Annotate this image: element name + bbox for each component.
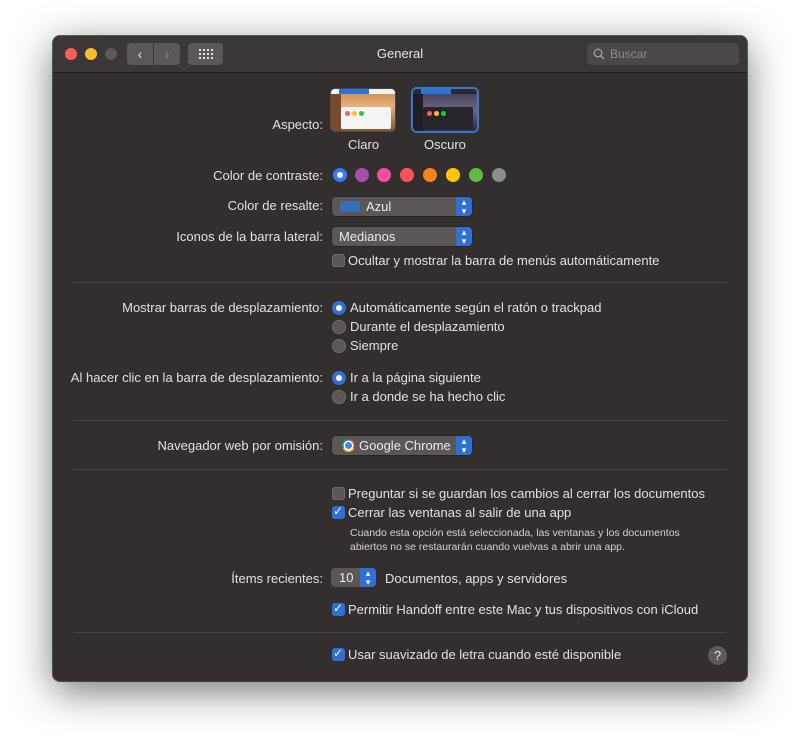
default-browser-value: Google Chrome xyxy=(359,438,451,453)
appearance-light-label: Claro xyxy=(348,137,380,152)
highlight-color-popup[interactable]: Azul ▴ ▾ xyxy=(332,197,472,216)
close-windows-checkbox[interactable] xyxy=(332,504,345,519)
sidebar-icons-value: Medianos xyxy=(339,229,396,244)
handoff-checkbox[interactable] xyxy=(332,601,345,616)
sidebar-icons-popup[interactable]: Medianos ▴ ▾ xyxy=(332,227,472,246)
default-browser-label: Navegador web por omisión: xyxy=(157,438,323,453)
accent-swatch-yellow[interactable] xyxy=(446,168,460,182)
note-line-1: Cuando esta opción está seleccionada, la… xyxy=(350,527,680,539)
scroll-auto-label: Automáticamente según el ratón o trackpa… xyxy=(350,300,602,315)
accent-swatch-graphite[interactable] xyxy=(492,168,506,182)
divider xyxy=(73,420,727,421)
scroll-next-page-label: Ir a la página siguiente xyxy=(350,370,481,385)
scroll-always-label: Siempre xyxy=(350,338,399,353)
sidebar-icons-label: Iconos de la barra lateral: xyxy=(176,229,323,244)
divider xyxy=(73,632,727,633)
recent-items-value: 10 xyxy=(339,570,354,585)
scroll-next-page-radio[interactable] xyxy=(332,371,346,385)
scroll-bars-label: Mostrar barras de desplazamiento: xyxy=(122,300,323,315)
appearance-label: Aspecto: xyxy=(272,117,323,132)
popup-arrows-icon: ▴ ▾ xyxy=(360,568,376,587)
scroll-always-radio[interactable] xyxy=(332,339,346,353)
highlight-color-value: Azul xyxy=(366,199,392,214)
help-button[interactable]: ? xyxy=(708,646,727,665)
appearance-dark-thumbnail[interactable] xyxy=(413,89,477,131)
scroll-while-label: Durante el desplazamiento xyxy=(350,319,505,334)
default-browser-popup[interactable]: Google Chrome ▴ ▾ xyxy=(332,436,472,455)
divider xyxy=(73,469,727,470)
menu-bar-label: Ocultar y mostrar la barra de menús auto… xyxy=(348,253,660,268)
scroll-while-radio[interactable] xyxy=(332,320,346,334)
close-windows-note: Cuando esta opción está seleccionada, la… xyxy=(350,526,730,554)
scroll-auto-radio[interactable] xyxy=(332,301,346,315)
note-line-2: abiertos no se restaurarán cuando vuelva… xyxy=(350,541,625,553)
close-windows-label: Cerrar las ventanas al salir de una app xyxy=(348,505,572,520)
accent-swatch-pink[interactable] xyxy=(377,168,391,182)
scroll-click-label: Al hacer clic en la barra de desplazamie… xyxy=(70,370,323,385)
appearance-dark-label: Oscuro xyxy=(424,137,466,152)
scroll-clicked-spot-radio[interactable] xyxy=(332,390,346,404)
ask-save-checkbox[interactable] xyxy=(332,487,345,500)
popup-arrows-icon: ▴ ▾ xyxy=(456,197,472,216)
color-chip xyxy=(340,201,360,212)
popup-arrows-icon: ▴ ▾ xyxy=(456,227,472,246)
accent-swatch-orange[interactable] xyxy=(423,168,437,182)
search-field[interactable]: Buscar xyxy=(587,43,739,65)
search-icon xyxy=(593,48,605,60)
accent-swatch-purple[interactable] xyxy=(355,168,369,182)
preferences-window: ‹ › General Buscar Aspecto: Claro Oscuro… xyxy=(53,36,747,681)
accent-swatch-red[interactable] xyxy=(400,168,414,182)
accent-color-label: Color de contraste: xyxy=(213,168,323,183)
ask-save-label: Preguntar si se guardan los cambios al c… xyxy=(348,486,705,501)
recent-items-label: Ítems recientes: xyxy=(231,571,323,586)
font-smoothing-label: Usar suavizado de letra cuando esté disp… xyxy=(348,647,622,662)
recent-items-popup[interactable]: 10 ▴ ▾ xyxy=(331,568,376,587)
scroll-clicked-spot-label: Ir a donde se ha hecho clic xyxy=(350,389,506,404)
recent-items-suffix: Documentos, apps y servidores xyxy=(385,571,568,586)
title-bar: ‹ › General Buscar xyxy=(53,36,747,73)
handoff-label: Permitir Handoff entre este Mac y tus di… xyxy=(348,602,699,617)
highlight-color-label: Color de resalte: xyxy=(227,198,323,213)
accent-swatch-blue[interactable] xyxy=(333,168,347,182)
divider xyxy=(73,282,727,283)
appearance-light-thumbnail[interactable] xyxy=(331,89,395,131)
chrome-icon xyxy=(342,439,355,452)
font-smoothing-checkbox[interactable] xyxy=(332,646,345,661)
accent-swatch-green[interactable] xyxy=(469,168,483,182)
search-placeholder: Buscar xyxy=(610,47,648,61)
menu-bar-checkbox[interactable] xyxy=(332,254,345,267)
popup-arrows-icon: ▴ ▾ xyxy=(456,436,472,455)
